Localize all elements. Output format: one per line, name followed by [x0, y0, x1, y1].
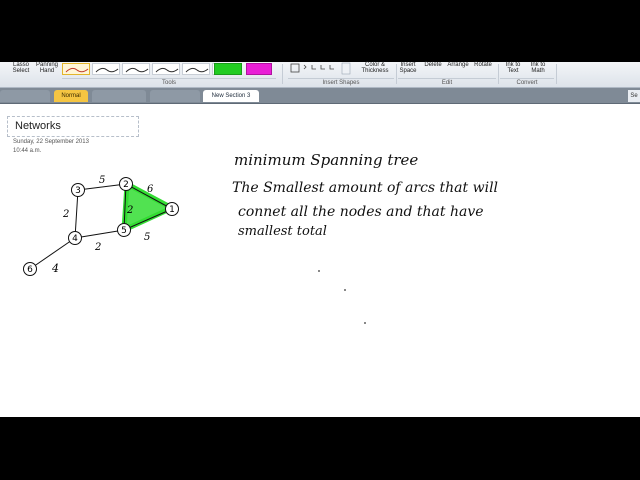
pen-stroke-icon: [65, 67, 89, 73]
arrange-button[interactable]: Arrange: [446, 62, 470, 78]
weight-4-6: 4: [51, 262, 59, 275]
node-6-label: 6: [27, 265, 33, 275]
ink-to-math-button[interactable]: Ink to Math: [526, 62, 550, 78]
node-2[interactable]: 2: [119, 177, 133, 191]
draw-ribbon: Lasso Select Panning Hand Tools Color & …: [0, 62, 640, 88]
panning-hand-button[interactable]: Panning Hand: [34, 62, 60, 78]
ink-to-text-button[interactable]: Ink to Text: [502, 62, 524, 78]
tab-section-3[interactable]: [150, 90, 200, 102]
tab-section-2[interactable]: [92, 90, 146, 102]
note-page[interactable]: Networks Sunday, 22 September 2013 10:44…: [0, 104, 640, 417]
node-1[interactable]: 1: [165, 202, 179, 216]
tab-section-1[interactable]: [0, 90, 50, 102]
node-3-label: 3: [75, 186, 81, 196]
pen-stroke-icon: [185, 67, 209, 73]
highlighter-magenta[interactable]: [246, 63, 272, 75]
pen-gallery: [62, 62, 276, 77]
pen-black-2[interactable]: [122, 63, 150, 75]
color-thickness-label: Color & Thickness: [361, 62, 389, 74]
section-tab-bar: Normal New Section 3 Se: [0, 88, 640, 104]
ribbon-separator: [396, 64, 397, 84]
lasso-select-button[interactable]: Lasso Select: [10, 62, 32, 78]
network-graph[interactable]: 1 2 3 4 5 6 5 6 2 2 2 5 4: [0, 104, 640, 417]
insert-shapes-group-label: Insert Shapes: [288, 78, 394, 87]
arrange-label: Arrange: [447, 62, 469, 68]
tab-new-section-3-label: New Section 3: [211, 93, 251, 99]
node-6[interactable]: 6: [23, 262, 37, 276]
weight-2-1: 6: [147, 184, 154, 195]
panning-hand-label: Panning Hand: [35, 62, 59, 74]
onenote-window: Lasso Select Panning Hand Tools Color & …: [0, 0, 640, 480]
tab-normal-label: Normal: [61, 93, 81, 99]
color-thickness-button[interactable]: Color & Thickness: [358, 62, 392, 78]
shapes-gallery[interactable]: [290, 62, 360, 78]
edit-group-label: Edit: [398, 78, 496, 87]
ribbon-separator: [282, 64, 283, 84]
pen-stroke-icon: [125, 67, 149, 73]
node-4[interactable]: 4: [68, 231, 82, 245]
node-5-label: 5: [121, 226, 127, 236]
node-5[interactable]: 5: [117, 223, 131, 237]
weight-5-1: 5: [144, 232, 150, 243]
node-3[interactable]: 3: [71, 183, 85, 197]
search-box[interactable]: Se: [628, 90, 640, 102]
insert-space-label: Insert Space: [399, 62, 417, 74]
weight-3-4: 2: [62, 209, 69, 220]
tools-group-label: Tools: [62, 78, 276, 87]
node-4-label: 4: [72, 234, 78, 244]
pen-black-4[interactable]: [182, 63, 210, 75]
pen-black-3[interactable]: [152, 63, 180, 75]
delete-label: Delete: [424, 62, 442, 68]
ink-to-math-label: Ink to Math: [530, 62, 546, 74]
delete-button[interactable]: Delete: [422, 62, 444, 78]
pen-black-1[interactable]: [92, 63, 120, 75]
weight-2-5: 2: [126, 205, 133, 216]
rotate-label: Rotate: [474, 62, 492, 68]
pen-red[interactable]: [62, 63, 90, 75]
pen-stroke-icon: [155, 67, 179, 73]
search-box-label: Se: [630, 93, 638, 99]
pen-stroke-icon: [95, 67, 119, 73]
weight-3-2: 5: [99, 175, 105, 186]
highlighter-green[interactable]: [214, 63, 242, 75]
weight-4-5: 2: [94, 242, 101, 253]
rotate-button[interactable]: Rotate: [472, 62, 494, 78]
ribbon-separator: [556, 64, 557, 84]
edge-4-5: [74, 229, 125, 239]
lasso-select-label: Lasso Select: [12, 62, 30, 74]
ribbon-separator: [498, 64, 499, 84]
node-2-label: 2: [123, 180, 129, 190]
convert-group-label: Convert: [500, 78, 554, 87]
edge-3-4: [74, 189, 79, 239]
tab-new-section-3[interactable]: New Section 3: [203, 90, 259, 102]
tab-normal[interactable]: Normal: [54, 90, 88, 102]
node-1-label: 1: [169, 205, 175, 215]
ink-to-text-label: Ink to Text: [505, 62, 521, 74]
shapes-icon: [290, 62, 351, 75]
insert-space-button[interactable]: Insert Space: [398, 62, 418, 78]
